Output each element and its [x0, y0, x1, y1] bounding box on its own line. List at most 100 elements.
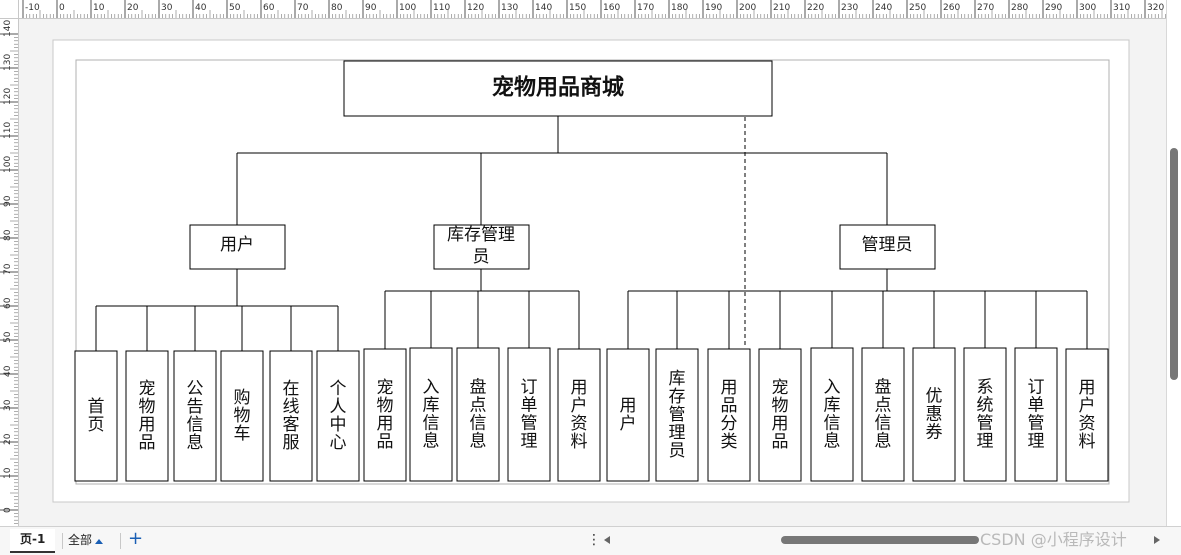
- root-label: 宠物用品商城: [492, 75, 624, 101]
- ruler-label: 310: [1113, 3, 1130, 13]
- caret-up-icon: [95, 538, 104, 544]
- ruler-label: 60: [3, 297, 13, 309]
- scroll-right-icon[interactable]: [1154, 536, 1160, 544]
- role-label: 用户: [220, 235, 254, 255]
- module-node[interactable]: 购物车: [220, 350, 264, 482]
- ruler-label: 10: [3, 467, 13, 479]
- ruler-label: 0: [3, 507, 13, 513]
- module-label: 系统管理: [977, 378, 994, 452]
- module-node[interactable]: 用户资料: [1065, 348, 1109, 482]
- ruler-label: 80: [331, 3, 343, 13]
- ruler-label: 30: [161, 3, 173, 13]
- more-options-icon[interactable]: ⋮: [587, 531, 601, 549]
- ruler-label: 20: [127, 3, 139, 13]
- diagram-area[interactable]: 宠物用品商城用户 库存管理员管理员首页宠物用品公告信息购物车在线客服个人中心宠物用…: [19, 19, 1166, 526]
- ruler-label: 290: [1045, 3, 1062, 13]
- module-node[interactable]: 盘点信息: [456, 347, 500, 482]
- module-label: 用户: [620, 396, 637, 434]
- module-node[interactable]: 盘点信息: [861, 347, 905, 482]
- ruler-label: 130: [3, 54, 13, 71]
- tab-divider: [120, 533, 121, 549]
- ruler-label: 160: [603, 3, 620, 13]
- vertical-ruler-scale: 1401301201101009080706050403020100: [0, 20, 18, 524]
- ruler-label: 140: [3, 20, 13, 37]
- vertical-ruler: 140 130 120 110 100 90 80 70 60 50 40 30 20 10 0: [0, 18, 19, 526]
- ruler-label: 40: [195, 3, 207, 13]
- tab-page-1[interactable]: 页-1: [10, 529, 56, 553]
- role-label-line1: 库存管理: [447, 225, 515, 245]
- root-node[interactable]: 宠物用品商城: [343, 60, 773, 117]
- module-node[interactable]: 宠物用品: [363, 348, 407, 482]
- module-label: 个人中心: [330, 379, 347, 453]
- ruler-label: 30: [3, 399, 13, 411]
- module-label: 宠物用品: [139, 379, 156, 453]
- module-node[interactable]: 订单管理: [1014, 347, 1058, 482]
- module-node[interactable]: 宠物用品: [125, 350, 169, 482]
- module-label: 库存管理员: [669, 369, 686, 461]
- ruler-label: 220: [807, 3, 824, 13]
- role-node[interactable]: 管理员: [839, 224, 936, 270]
- module-node[interactable]: 订单管理: [507, 347, 551, 482]
- ruler-label: 280: [1011, 3, 1028, 13]
- ruler-label: 20: [3, 433, 13, 445]
- ruler-label: 250: [909, 3, 926, 13]
- module-label: 首页: [88, 397, 105, 435]
- vertical-scrollbar[interactable]: [1166, 0, 1181, 526]
- module-label: 优惠券: [926, 387, 943, 443]
- module-label: 订单管理: [1028, 378, 1045, 452]
- module-node[interactable]: 入库信息: [810, 347, 854, 482]
- ruler-label: 300: [1079, 3, 1096, 13]
- module-label: 盘点信息: [875, 378, 892, 452]
- ruler-label: 90: [365, 3, 377, 13]
- ruler-label: 60: [263, 3, 275, 13]
- module-node[interactable]: 用户资料: [557, 348, 601, 482]
- ruler-label: -10: [25, 3, 40, 13]
- module-node[interactable]: 系统管理: [963, 347, 1007, 482]
- ruler-label: 200: [739, 3, 756, 13]
- module-node[interactable]: 优惠券: [912, 347, 956, 482]
- ruler-label: 100: [3, 156, 13, 173]
- module-node[interactable]: 公告信息: [173, 350, 217, 482]
- ruler-label: 130: [501, 3, 518, 13]
- tab-all-pages[interactable]: 全部: [68, 531, 104, 549]
- module-node[interactable]: 用户: [606, 348, 650, 482]
- ruler-label: 320: [1147, 3, 1164, 13]
- ruler-corner: [0, 0, 19, 19]
- horizontal-scroll-thumb[interactable]: [781, 536, 979, 544]
- module-node[interactable]: 用品分类: [707, 348, 751, 482]
- ruler-label: 170: [637, 3, 654, 13]
- ruler-label: 150: [569, 3, 586, 13]
- ruler-label: 120: [467, 3, 484, 13]
- module-label: 盘点信息: [470, 378, 487, 452]
- ruler-label: 260: [943, 3, 960, 13]
- ruler-label: 110: [3, 122, 13, 139]
- ruler-label: 50: [3, 331, 13, 343]
- tab-all-label: 全部: [68, 533, 93, 547]
- module-label: 入库信息: [824, 378, 841, 452]
- module-node[interactable]: 个人中心: [316, 350, 360, 482]
- module-label: 在线客服: [283, 379, 300, 453]
- module-node[interactable]: 入库信息: [409, 347, 453, 482]
- role-node[interactable]: 用户: [189, 224, 286, 270]
- ruler-label: 40: [3, 365, 13, 377]
- ruler-label: 0: [59, 3, 65, 13]
- ruler-label: 140: [535, 3, 552, 13]
- horizontal-ruler: -10 0 10 20 30 40 50 60 70 80 90 100 110 120 130 140 150…: [0, 0, 1166, 19]
- tab-divider: [62, 533, 63, 549]
- module-node[interactable]: 库存管理员: [655, 348, 699, 482]
- role-node[interactable]: 库存管理员: [433, 224, 530, 270]
- module-node[interactable]: 宠物用品: [758, 348, 802, 482]
- ruler-label: 110: [433, 3, 450, 13]
- module-label: 购物车: [234, 388, 251, 444]
- module-label: 宠物用品: [772, 378, 789, 452]
- vertical-scroll-thumb[interactable]: [1170, 148, 1178, 380]
- scroll-left-icon[interactable]: [604, 536, 610, 544]
- drawing-canvas[interactable]: 宠物用品商城 用户 库存管理员管理员 首页 宠物用品 公告信息 购物车 在线客服 个人中心 宠物用…: [19, 19, 1166, 526]
- add-page-button[interactable]: +: [128, 529, 143, 549]
- module-node[interactable]: 在线客服: [269, 350, 313, 482]
- status-bar: 页-1 全部 + ⋮ CSDN @小程序设计: [0, 526, 1181, 555]
- module-node[interactable]: 首页: [74, 350, 118, 482]
- module-label: 用户资料: [571, 378, 588, 452]
- module-label: 用户资料: [1079, 378, 1096, 452]
- ruler-label: 80: [3, 229, 13, 241]
